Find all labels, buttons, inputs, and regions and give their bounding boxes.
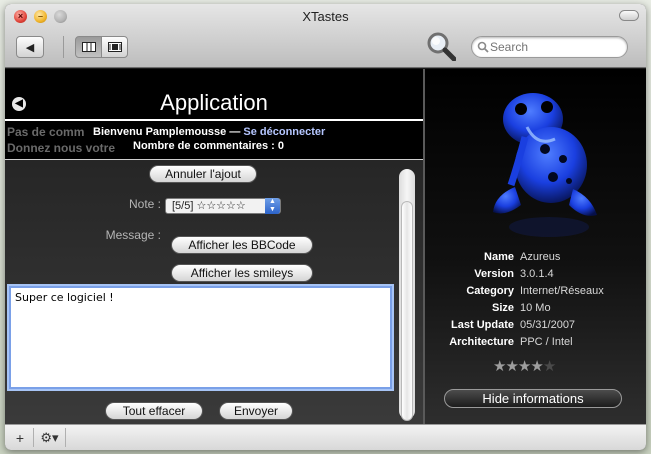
info-row: Category Internet/Réseaux [425,285,646,302]
star-filled-icon: ★ [505,358,518,375]
magnifier-icon[interactable] [426,31,456,61]
bottom-bar: + ⚙▾ [5,424,646,450]
rating-select[interactable]: [5/5] ☆☆☆☆☆ ▲ ▼ [165,198,281,214]
info-pane: Name Azureus Version 3.0.1.4 Category In… [425,69,646,424]
gear-icon: ⚙▾ [40,429,59,445]
star-filled-icon: ★ [517,358,531,375]
frog-app-icon [493,93,597,237]
info-value: 10 Mo [520,302,551,314]
info-row: Version 3.0.1.4 [425,268,646,285]
info-value: Azureus [520,251,561,263]
xtastes-window: × – XTastes ◀ Search ◀ Application Pas d… [5,4,646,450]
info-key: Version [474,268,514,280]
info-row: Name Azureus [425,251,646,268]
window-title: XTastes [302,9,349,24]
rating-select-value: [5/5] ☆☆☆☆☆ [172,200,246,212]
comments-pane: ◀ Application Pas de comm Donnez nous vo… [5,69,423,424]
info-key: Architecture [449,336,514,348]
action-menu-button[interactable]: ⚙▾ [34,428,66,447]
logout-link[interactable]: Se déconnecter [243,126,325,138]
rating-stars: ★★★★★ [493,357,556,375]
search-input[interactable] [471,36,628,58]
title-divider [5,119,423,121]
ghost-text-1: Pas de comm [7,125,85,139]
message-label: Message : [105,228,161,242]
send-button[interactable]: Envoyer [219,402,293,420]
column-view-button[interactable] [75,36,102,58]
scrollbar-thumb[interactable] [401,201,413,421]
toolbar-toggle-button[interactable] [619,10,639,21]
welcome-line: Bienvenu Pamplemousse — Se déconnecter [91,126,328,138]
comments-count: Nombre de commentaires : 0 [131,140,286,152]
select-arrows-icon: ▲ ▼ [265,198,280,214]
info-key: Size [491,302,514,314]
info-row: Last Update 05/31/2007 [425,319,646,336]
comment-form: Annuler l'ajout Note : [5/5] ☆☆☆☆☆ ▲ ▼ Me… [5,160,423,424]
ghost-text-2: Donnez nous votre [7,141,116,155]
back-arrow-icon: ◀ [25,41,35,54]
back-button[interactable]: ◀ [16,36,44,58]
coverflow-view-button[interactable] [101,36,128,58]
info-value: PPC / Intel [520,336,573,348]
star-empty-icon: ★ [542,358,556,375]
toolbar-separator [63,36,64,58]
plus-icon: + [15,429,25,446]
info-row: Size 10 Mo [425,302,646,319]
add-button[interactable]: + [7,428,34,447]
title-bar: × – XTastes ◀ [5,4,646,68]
info-key: Last Update [451,319,514,331]
info-value: Internet/Réseaux [520,285,604,297]
show-bbcode-button[interactable]: Afficher les BBCode [171,236,313,254]
info-value: 3.0.1.4 [520,268,554,280]
star-filled-icon: ★ [493,358,506,375]
info-key: Name [484,251,514,263]
note-label: Note : [128,197,161,211]
clear-all-button[interactable]: Tout effacer [105,402,203,420]
info-value: 05/31/2007 [520,319,576,331]
page-title: Application [160,90,268,115]
coverflow-view-icon [107,42,122,52]
show-smileys-button[interactable]: Afficher les smileys [171,264,313,282]
cancel-add-button[interactable]: Annuler l'ajout [149,165,257,183]
welcome-text: Bienvenu Pamplemousse — [93,126,244,138]
star-filled-icon: ★ [530,358,543,375]
hide-informations-button[interactable]: Hide informations [444,389,622,408]
search-icon [477,41,489,53]
info-key: Category [466,285,514,297]
info-row: Architecture PPC / Intel [425,336,646,353]
message-textarea[interactable]: Super ce logiciel ! [9,286,392,389]
column-view-icon [81,42,96,52]
